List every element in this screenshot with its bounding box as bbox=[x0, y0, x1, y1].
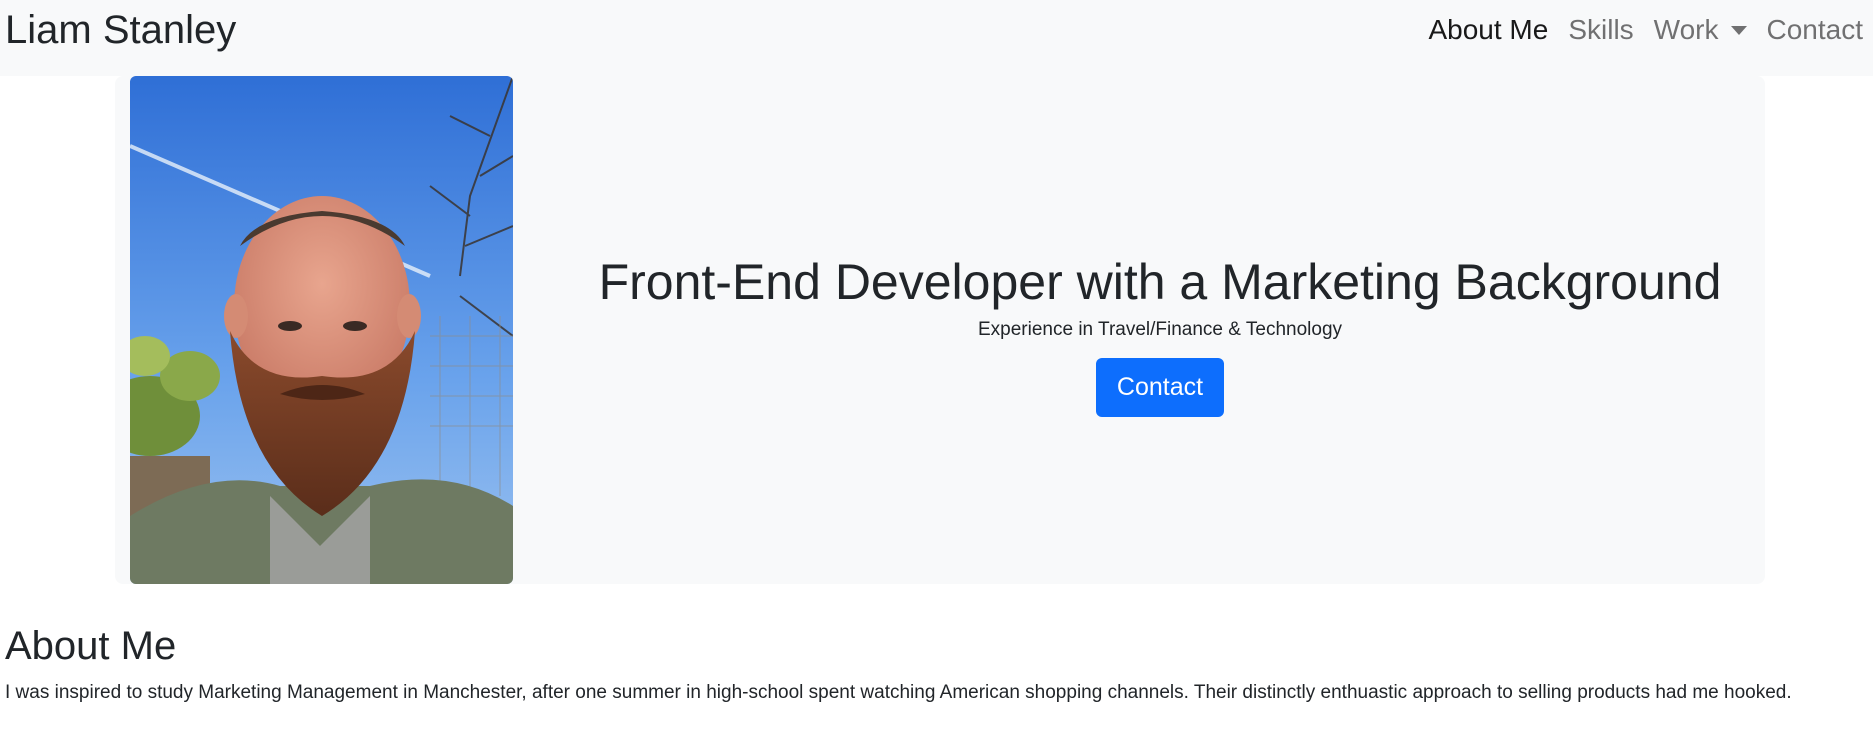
hero-subtitle: Experience in Travel/Finance & Technolog… bbox=[977, 318, 1343, 340]
hero-section: Front-End Developer with a Marketing Bac… bbox=[115, 76, 1765, 584]
about-title: About Me bbox=[5, 624, 177, 668]
nav-link-about-me[interactable]: About Me bbox=[1418, 12, 1558, 48]
about-section: About Me I was inspired to study Marketi… bbox=[5, 622, 1865, 708]
hero-text-block: Front-End Developer with a Marketing Bac… bbox=[560, 76, 1760, 584]
caret-down-icon bbox=[1730, 25, 1747, 35]
nav-link-work-dropdown[interactable]: Work bbox=[1644, 12, 1757, 48]
brand-link[interactable]: Liam Stanley bbox=[5, 6, 236, 54]
navbar: Liam Stanley About Me Skills Work Contac… bbox=[0, 0, 1873, 76]
nav-link-skills[interactable]: Skills bbox=[1558, 12, 1643, 48]
nav-link-work-label: Work bbox=[1653, 14, 1719, 45]
contact-button[interactable]: Contact bbox=[1096, 357, 1224, 417]
about-text: I was inspired to study Marketing Manage… bbox=[5, 682, 1792, 703]
portrait-photo bbox=[130, 76, 513, 584]
hero-title: Front-End Developer with a Marketing Bac… bbox=[598, 253, 1722, 310]
portrait-image bbox=[130, 76, 513, 584]
nav-links: About Me Skills Work Contact bbox=[1418, 12, 1873, 48]
nav-link-contact[interactable]: Contact bbox=[1757, 12, 1873, 48]
